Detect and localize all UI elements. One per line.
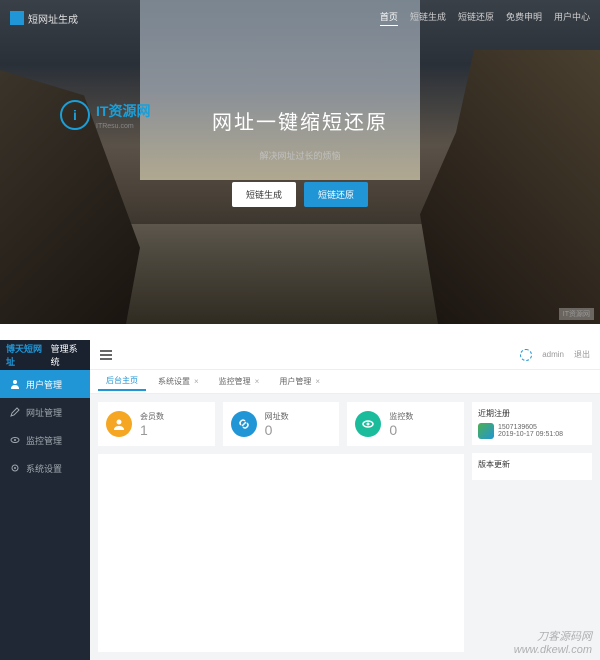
sidebar-item-users[interactable]: 用户管理 [0, 370, 90, 398]
generate-button[interactable]: 短链生成 [232, 182, 296, 207]
panel-title: 版本更新 [478, 459, 586, 470]
pencil-icon [10, 407, 20, 417]
top-navbar: 短网址生成 首页 短链生成 短链还原 免费申明 用户中心 [0, 0, 600, 36]
sidebar-header: 博天短网址 管理系统 [0, 340, 90, 370]
content-area: 会员数 1 网址数 0 [90, 394, 600, 660]
close-icon[interactable]: × [255, 377, 260, 386]
topbar-right: admin 退出 [520, 349, 590, 361]
tab-users[interactable]: 用户管理× [271, 373, 328, 390]
hero-subtitle: 解决网址过长的烦恼 [259, 149, 340, 162]
admin-panel: 博天短网址 管理系统 用户管理 网址管理 监控管理 系统设置 [0, 340, 600, 660]
settings-gear-icon[interactable] [520, 349, 532, 361]
stats-column: 会员数 1 网址数 0 [98, 402, 464, 652]
sidebar-item-settings[interactable]: 系统设置 [0, 454, 90, 482]
hero-buttons: 短链生成 短链还原 [232, 182, 368, 207]
stat-card-monitor: 监控数 0 [347, 402, 464, 446]
main-area: admin 退出 后台主页 系统设置× 监控管理× 用户管理× 会员数 [90, 340, 600, 660]
empty-content-area [98, 454, 464, 652]
nav-user-center[interactable]: 用户中心 [554, 10, 590, 26]
nav-restore[interactable]: 短链还原 [458, 10, 494, 26]
hamburger-icon[interactable] [100, 350, 112, 360]
sidebar-brand-suffix: 管理系统 [51, 342, 84, 368]
sidebar: 博天短网址 管理系统 用户管理 网址管理 监控管理 系统设置 [0, 340, 90, 660]
site-logo[interactable]: 短网址生成 [10, 11, 78, 26]
sidebar-item-label: 监控管理 [26, 434, 62, 447]
recent-register-panel: 近期注册 1507139605 2019-10-17 09:51:08 [472, 402, 592, 445]
right-panels: 近期注册 1507139605 2019-10-17 09:51:08 版本更新 [472, 402, 592, 652]
version-panel: 版本更新 [472, 453, 592, 480]
sidebar-item-label: 系统设置 [26, 462, 62, 475]
hero-section: 短网址生成 首页 短链生成 短链还原 免费申明 用户中心 i IT资源网 ITR… [0, 0, 600, 324]
register-time: 2019-10-17 09:51:08 [498, 431, 563, 438]
top-nav-links: 首页 短链生成 短链还原 免费申明 用户中心 [380, 10, 590, 26]
sidebar-brand: 博天短网址 [6, 342, 48, 368]
tab-bar: 后台主页 系统设置× 监控管理× 用户管理× [90, 370, 600, 394]
monitor-eye-icon [355, 411, 381, 437]
sidebar-item-label: 用户管理 [26, 378, 62, 391]
nav-disclaimer[interactable]: 免费申明 [506, 10, 542, 26]
register-user: 1507139605 [498, 424, 563, 431]
avatar-icon [478, 423, 494, 439]
sidebar-item-monitor[interactable]: 监控管理 [0, 426, 90, 454]
stat-card-members: 会员数 1 [98, 402, 215, 446]
stat-value: 0 [265, 422, 289, 438]
main-topbar: admin 退出 [90, 340, 600, 370]
stat-cards-row: 会员数 1 网址数 0 [98, 402, 464, 446]
stat-label: 网址数 [265, 411, 289, 422]
hero-content: 网址一键缩短还原 解决网址过长的烦恼 短链生成 短链还原 [0, 36, 600, 207]
close-icon[interactable]: × [194, 377, 199, 386]
stat-label: 监控数 [389, 411, 413, 422]
tab-system-settings[interactable]: 系统设置× [150, 373, 207, 390]
tab-monitor[interactable]: 监控管理× [211, 373, 268, 390]
hero-watermark: IT资源网 [559, 308, 594, 320]
user-role[interactable]: admin [542, 350, 564, 359]
stat-label: 会员数 [140, 411, 164, 422]
footer-watermark: 刀客源码网 www.dkewl.com [514, 628, 592, 656]
stat-value: 0 [389, 422, 413, 438]
sidebar-item-urls[interactable]: 网址管理 [0, 398, 90, 426]
panel-title: 近期注册 [478, 408, 586, 419]
sidebar-item-label: 网址管理 [26, 406, 62, 419]
stat-value: 1 [140, 422, 164, 438]
eye-icon [10, 435, 20, 445]
user-icon [10, 379, 20, 389]
nav-home[interactable]: 首页 [380, 10, 398, 26]
nav-generate[interactable]: 短链生成 [410, 10, 446, 26]
restore-button[interactable]: 短链还原 [304, 182, 368, 207]
link-icon [231, 411, 257, 437]
logout-link[interactable]: 退出 [574, 349, 590, 360]
tab-dashboard[interactable]: 后台主页 [98, 372, 146, 391]
logo-text: 短网址生成 [28, 11, 78, 26]
stat-card-urls: 网址数 0 [223, 402, 340, 446]
gear-icon [10, 463, 20, 473]
close-icon[interactable]: × [315, 377, 320, 386]
register-item: 1507139605 2019-10-17 09:51:08 [478, 423, 586, 439]
logo-icon [10, 11, 24, 25]
members-icon [106, 411, 132, 437]
hero-title: 网址一键缩短还原 [212, 106, 388, 135]
